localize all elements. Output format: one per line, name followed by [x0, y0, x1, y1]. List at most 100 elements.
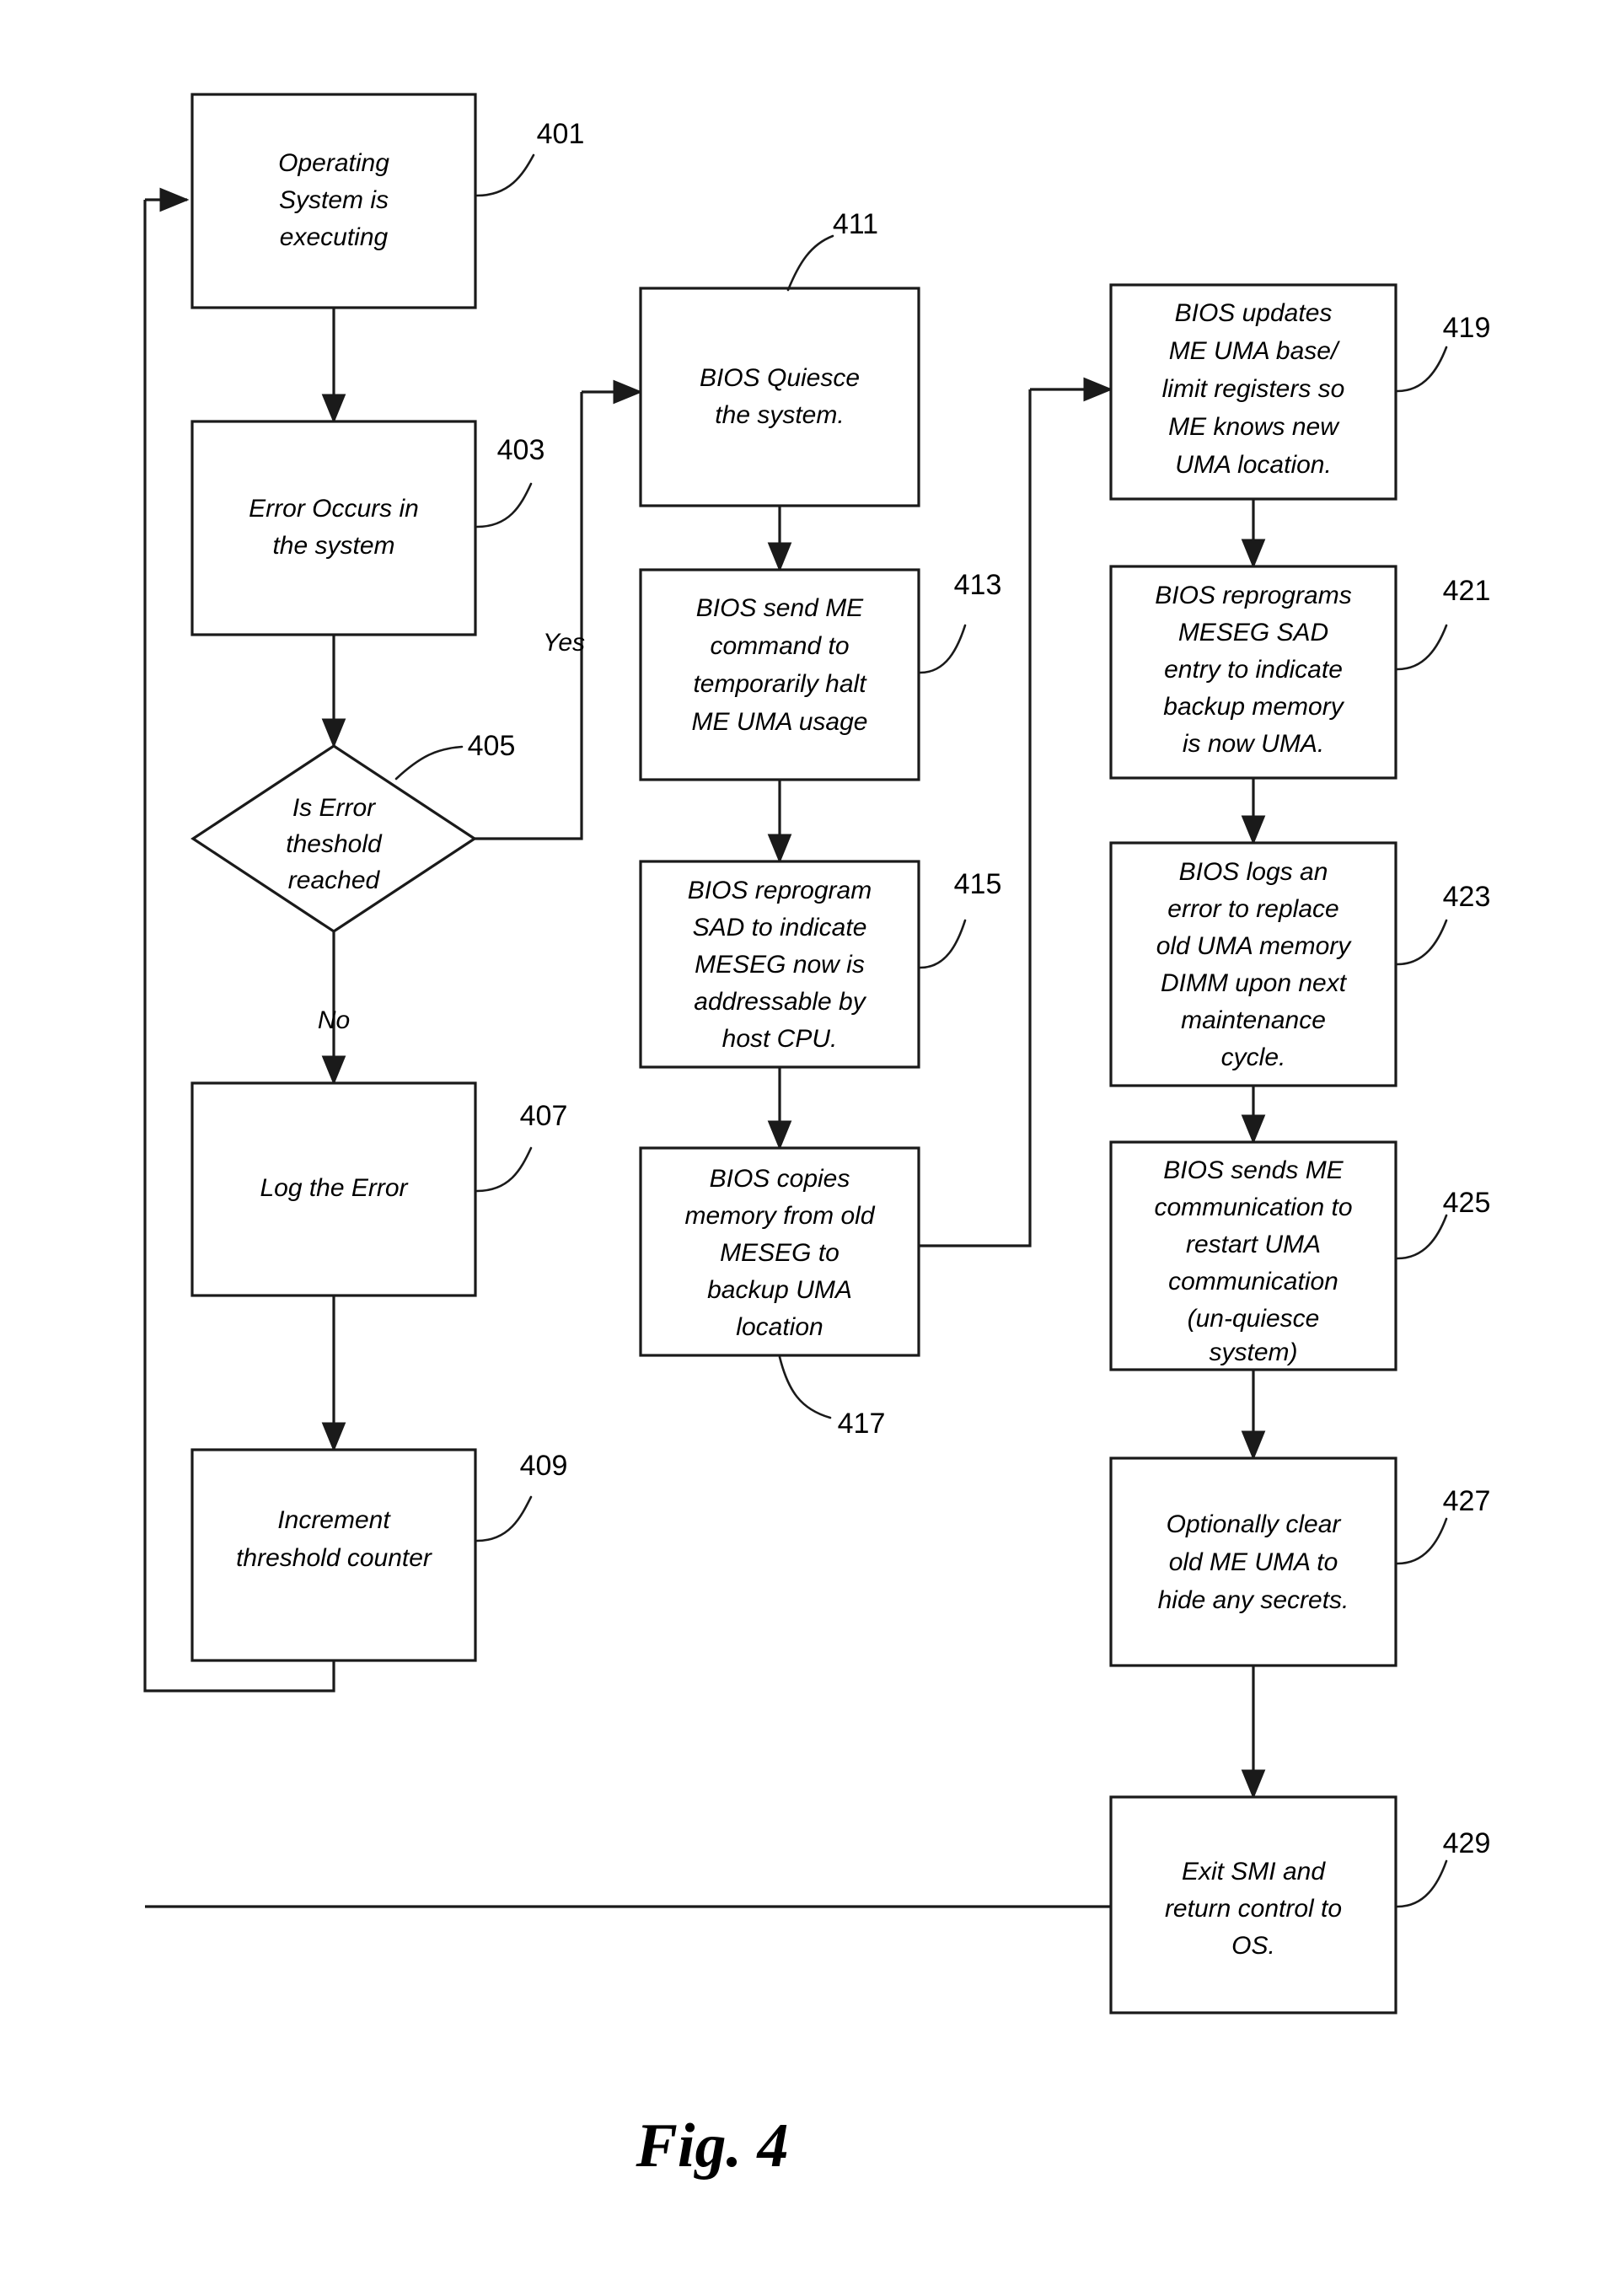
- node-411-shape: [639, 287, 920, 507]
- node-409-line-2: threshold counter: [236, 1544, 432, 1572]
- node-423-line-2: error to replace: [1167, 895, 1338, 923]
- node-403-line-2: the system: [272, 532, 394, 560]
- node-417-line-1: BIOS copies: [710, 1165, 850, 1193]
- node-429-ref-label: 429: [1443, 1827, 1491, 1859]
- node-427: Optionally clear old ME UMA to hide any …: [1109, 1456, 1490, 1667]
- node-405-line-2: theshold: [286, 830, 383, 858]
- node-405-line-3: reached: [288, 866, 381, 894]
- node-409: Increment threshold counter 409: [190, 1448, 568, 1662]
- node-419-line-5: UMA location.: [1175, 451, 1332, 479]
- patent-figure-4: Operating System is executing 401 Error …: [0, 0, 1620, 2296]
- node-409-line-1: Increment: [277, 1506, 391, 1534]
- node-409-ref-label: 409: [520, 1450, 568, 1482]
- node-413-ref-leader: [919, 624, 967, 674]
- node-423-ref-leader: [1396, 919, 1448, 966]
- node-417-line-4: backup UMA: [707, 1276, 852, 1304]
- node-401: Operating System is executing 401: [190, 93, 585, 309]
- node-425-ref-label: 425: [1443, 1187, 1491, 1219]
- node-425-ref-leader: [1396, 1214, 1448, 1260]
- node-421-ref-label: 421: [1443, 575, 1491, 607]
- node-403-shape: [190, 420, 477, 636]
- node-411-line-2: the system.: [715, 401, 844, 429]
- node-415-ref-leader: [919, 919, 967, 969]
- node-419-line-4: ME knows new: [1168, 413, 1340, 441]
- node-423-line-5: maintenance: [1181, 1006, 1326, 1034]
- node-415-ref-label: 415: [954, 868, 1002, 900]
- node-413-line-3: temporarily halt: [693, 670, 867, 698]
- node-413-line-1: BIOS send ME: [696, 594, 864, 622]
- node-417: BIOS copies memory from old MESEG to bac…: [639, 1146, 920, 1440]
- node-421-ref-leader: [1396, 624, 1448, 671]
- node-421-line-1: BIOS reprograms: [1155, 582, 1351, 609]
- node-415: BIOS reprogram SAD to indicate MESEG now…: [639, 860, 1002, 1069]
- node-409-ref-leader: [475, 1495, 533, 1542]
- node-415-line-2: SAD to indicate: [693, 914, 867, 941]
- node-425-line-1: BIOS sends ME: [1163, 1156, 1344, 1184]
- node-421-line-2: MESEG SAD: [1178, 619, 1328, 646]
- node-427-line-2: old ME UMA to: [1169, 1548, 1338, 1576]
- node-413-line-4: ME UMA usage: [692, 708, 868, 736]
- node-407-ref-label: 407: [520, 1100, 568, 1132]
- node-427-line-1: Optionally clear: [1167, 1510, 1342, 1538]
- node-401-ref-label: 401: [537, 118, 585, 150]
- edge-label-yes: Yes: [543, 629, 585, 657]
- node-423-ref-label: 423: [1443, 881, 1491, 913]
- node-417-line-5: location: [736, 1313, 823, 1341]
- node-421: BIOS reprograms MESEG SAD entry to indic…: [1109, 565, 1491, 780]
- node-425-line-3: restart UMA: [1186, 1231, 1321, 1258]
- node-401-ref-leader: [475, 153, 535, 197]
- node-425-line-5: (un-quiesce: [1188, 1305, 1320, 1333]
- node-429: Exit SMI and return control to OS. 429: [1109, 1795, 1491, 2014]
- node-417-ref-leader: [778, 1355, 832, 1419]
- node-429-line-2: return control to: [1165, 1895, 1342, 1923]
- node-413: BIOS send ME command to temporarily halt…: [639, 568, 1002, 781]
- node-405: Is Error theshold reached 405: [190, 730, 516, 933]
- node-405-ref-leader: [394, 745, 464, 781]
- node-421-line-4: backup memory: [1163, 693, 1344, 721]
- node-403-ref-label: 403: [497, 434, 545, 466]
- node-401-line-3: executing: [280, 223, 389, 251]
- node-407-ref-leader: [475, 1146, 533, 1193]
- node-403: Error Occurs in the system 403: [190, 420, 545, 636]
- node-401-line-1: Operating: [278, 149, 389, 177]
- node-429-line-3: OS.: [1231, 1932, 1275, 1960]
- node-419-line-3: limit registers so: [1162, 375, 1345, 403]
- node-419: BIOS updates ME UMA base/ limit register…: [1109, 283, 1491, 501]
- node-413-ref-label: 413: [954, 569, 1002, 601]
- node-419-ref-label: 419: [1443, 312, 1491, 344]
- node-417-line-3: MESEG to: [720, 1239, 840, 1267]
- node-419-line-1: BIOS updates: [1175, 299, 1333, 327]
- node-425-line-4: communication: [1168, 1268, 1338, 1296]
- node-417-line-2: memory from old: [684, 1202, 875, 1230]
- node-411: BIOS Quiesce the system. 411: [639, 208, 920, 507]
- node-423-line-3: old UMA memory: [1156, 932, 1353, 960]
- node-407-line-1: Log the Error: [260, 1174, 408, 1202]
- node-407: Log the Error 407: [190, 1081, 568, 1297]
- node-405-line-1: Is Error: [292, 794, 376, 822]
- node-423-line-4: DIMM upon next: [1161, 969, 1348, 997]
- node-419-ref-leader: [1396, 346, 1448, 393]
- node-423-line-6: cycle.: [1221, 1043, 1286, 1071]
- node-415-line-3: MESEG now is: [695, 951, 865, 979]
- flowchart-canvas: Operating System is executing 401 Error …: [143, 93, 1491, 2181]
- node-425: BIOS sends ME communication to restart U…: [1109, 1140, 1491, 1371]
- connector-417-to-419: [919, 389, 1032, 1247]
- node-429-line-1: Exit SMI and: [1182, 1858, 1326, 1886]
- edge-label-no: No: [318, 1006, 350, 1034]
- node-415-line-4: addressable by: [694, 988, 866, 1016]
- node-425-line-6: system): [1210, 1338, 1298, 1366]
- node-405-ref-label: 405: [468, 730, 516, 762]
- node-419-line-2: ME UMA base/: [1169, 337, 1340, 365]
- node-411-ref-leader: [786, 234, 834, 292]
- node-427-line-3: hide any secrets.: [1158, 1586, 1349, 1614]
- figure-caption: Fig. 4: [636, 2111, 789, 2181]
- node-417-ref-label: 417: [838, 1408, 886, 1440]
- node-429-ref-leader: [1396, 1859, 1448, 1908]
- node-403-ref-leader: [475, 482, 533, 528]
- node-411-ref-label: 411: [833, 208, 878, 240]
- node-413-line-2: command to: [710, 632, 849, 660]
- node-423: BIOS logs an error to replace old UMA me…: [1109, 841, 1491, 1087]
- node-403-line-1: Error Occurs in: [249, 495, 419, 523]
- node-421-line-3: entry to indicate: [1164, 656, 1343, 684]
- node-427-ref-leader: [1396, 1517, 1448, 1565]
